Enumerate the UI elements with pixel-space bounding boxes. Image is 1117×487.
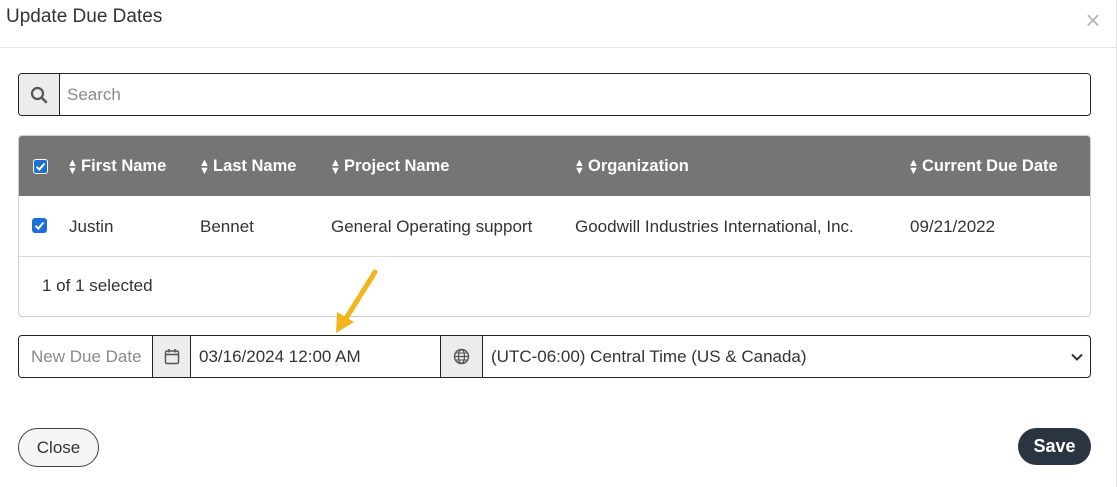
table-header: ▲ ▼ First Name ▲ ▼ Last Name ▲ ▼ Project Name …: [19, 136, 1090, 196]
timezone-select[interactable]: (UTC-06:00) Central Time (US & Canada): [483, 336, 1090, 377]
cell-current-due-date: 09/21/2022: [910, 217, 996, 236]
close-icon[interactable]: ×: [1081, 7, 1105, 33]
column-header-last-name[interactable]: ▲ ▼ Last Name: [199, 136, 296, 196]
annotation-arrow: [336, 269, 378, 333]
globe-icon: [441, 336, 483, 377]
new-due-date-group: New Due Date (UTC-06:00) Central Time (U…: [18, 335, 1091, 378]
cell-last-name: Bennet: [200, 217, 254, 236]
sort-icon: ▲ ▼: [330, 156, 341, 177]
recipients-table: ▲ ▼ First Name ▲ ▼ Last Name ▲ ▼ Project Name …: [18, 135, 1091, 317]
column-header-first-name[interactable]: ▲ ▼ First Name: [67, 136, 166, 196]
row-checkbox[interactable]: [32, 218, 47, 233]
chevron-down-icon: [1071, 353, 1083, 361]
search-bar: [18, 73, 1091, 116]
calendar-icon[interactable]: [153, 336, 191, 377]
update-due-dates-dialog: Update Due Dates × ▲▼First Name ▲▼Last N…: [0, 0, 1117, 487]
sort-icon: ▲ ▼: [908, 156, 919, 177]
dialog-header: Update Due Dates ×: [0, 0, 1117, 48]
search-icon[interactable]: [19, 74, 60, 115]
timezone-value: (UTC-06:00) Central Time (US & Canada): [491, 347, 807, 366]
selection-summary: 1 of 1 selected: [42, 276, 153, 295]
sort-icon: ▲ ▼: [199, 156, 210, 177]
save-button[interactable]: Save: [1018, 428, 1091, 465]
table-row[interactable]: Justin Bennet General Operating support …: [19, 196, 1090, 257]
close-button[interactable]: Close: [18, 428, 99, 467]
due-date-input[interactable]: [191, 336, 441, 377]
search-input[interactable]: [60, 74, 1090, 115]
cell-project-name: General Operating support: [331, 217, 533, 236]
column-header-current-due-date[interactable]: ▲ ▼ Current Due Date: [908, 136, 1058, 196]
cell-organization: Goodwill Industries International, Inc.: [575, 217, 854, 236]
dialog-title: Update Due Dates: [6, 6, 163, 27]
column-header-project-name[interactable]: ▲ ▼ Project Name: [330, 136, 449, 196]
cell-first-name: Justin: [69, 217, 114, 236]
sort-icon: ▲ ▼: [574, 156, 585, 177]
new-due-date-label: New Due Date: [19, 336, 153, 377]
sort-icon: ▲ ▼: [67, 156, 78, 177]
select-all-checkbox[interactable]: [33, 159, 48, 174]
column-header-organization[interactable]: ▲ ▼ Organization: [574, 136, 689, 196]
